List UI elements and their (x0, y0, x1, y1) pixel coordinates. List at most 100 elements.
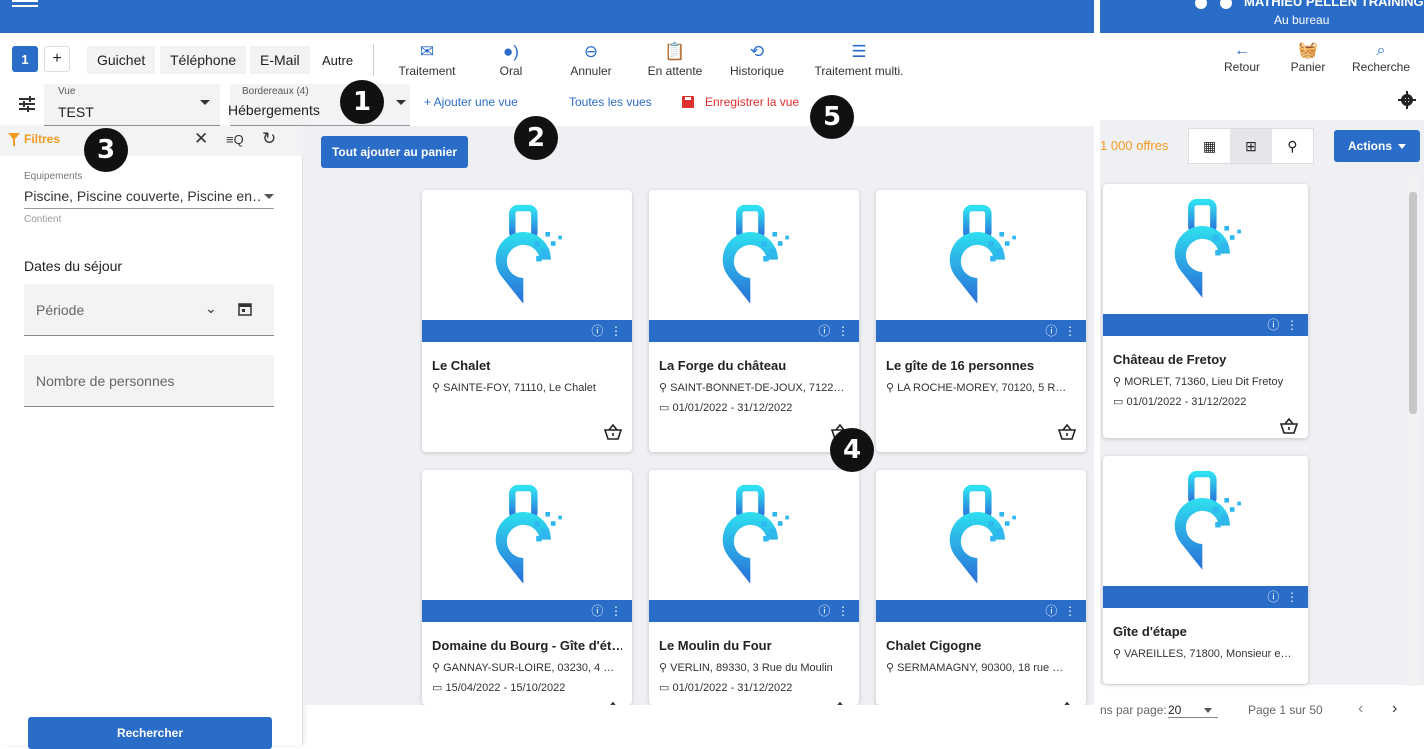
card-image[interactable] (1103, 184, 1308, 314)
offer-card[interactable]: ⓘ ⋮ Le Moulin du Four ⚲ VERLIN, 89330, 3 R… (649, 470, 859, 705)
tool-oral[interactable]: ●) Oral (495, 42, 527, 78)
offer-card[interactable]: ⓘ ⋮ Domaine du Bourg - Gîte d'ét… ⚲ GANNAY… (422, 470, 632, 705)
card-title[interactable]: La Forge du château (659, 358, 849, 373)
filters-panel: Filtres ✕ ≡Q ↻ Equipements Piscine, Pisc… (0, 126, 303, 749)
channel-autre[interactable]: Autre (312, 46, 364, 74)
basket-icon[interactable] (1058, 424, 1076, 440)
list-icon: ☰ (851, 42, 867, 61)
channel-telephone[interactable]: Téléphone (160, 46, 247, 74)
basket-icon[interactable] (604, 424, 622, 440)
more-vert-icon[interactable]: ⋮ (1286, 590, 1298, 604)
info-icon[interactable]: ⓘ (818, 604, 830, 618)
location-pin-icon: ⚲ (1113, 648, 1122, 660)
tool-historique[interactable]: ⟲ Historique (727, 42, 787, 78)
equipements-select[interactable]: Piscine, Piscine couverte, Piscine en… (24, 188, 260, 204)
add-all-to-basket-button[interactable]: Tout ajouter au panier (321, 136, 468, 168)
calendar-icon: ▭ (1113, 396, 1124, 408)
card-title[interactable]: Chalet Cigogne (886, 638, 1076, 653)
dates-title: Dates du séjour (24, 258, 123, 274)
chevron-down-icon[interactable]: ⌄ (205, 300, 217, 317)
search-button[interactable]: Rechercher (28, 717, 272, 749)
user-icon[interactable] (1218, 0, 1234, 12)
card-image[interactable] (649, 190, 859, 320)
offer-card[interactable]: ⓘ ⋮ La Forge du château ⚲ SAINT-BONNET-DE-… (649, 190, 859, 452)
search-tool-button[interactable]: ⌕ Recherche (1351, 42, 1411, 74)
more-vert-icon[interactable]: ⋮ (610, 324, 622, 338)
calendar-icon[interactable] (238, 302, 252, 316)
more-vert-icon[interactable]: ⋮ (610, 604, 622, 618)
card-title[interactable]: Le Chalet (432, 358, 622, 373)
back-button[interactable]: ← Retour (1222, 42, 1262, 74)
info-icon[interactable]: ⓘ (1045, 324, 1057, 338)
more-vert-icon[interactable]: ⋮ (837, 604, 849, 618)
card-title[interactable]: Le gîte de 16 personnes (886, 358, 1076, 373)
tool-traitement-multi[interactable]: ☰ Traitement multi. (812, 42, 906, 78)
card-image[interactable] (649, 470, 859, 600)
chevron-right-icon[interactable]: › (1392, 700, 1397, 718)
scrollbar[interactable] (1407, 176, 1419, 686)
card-title[interactable]: Domaine du Bourg - Gîte d'ét… (432, 638, 622, 653)
location-pin-icon: ⚲ (432, 382, 441, 394)
pagination: ns par page: 20 Page 1 sur 50 ‹ › (1100, 695, 1424, 725)
tool-en-attente[interactable]: 📋 En attente (646, 42, 704, 78)
info-icon[interactable]: ⓘ (591, 324, 603, 338)
card-image[interactable] (876, 470, 1086, 600)
tool-annuler[interactable]: ⊖ Annuler (568, 42, 614, 78)
save-view-link[interactable]: Enregistrer la vue (705, 95, 799, 109)
bordereaux-label: Bordereaux (4) (242, 86, 309, 97)
channel-guichet[interactable]: Guichet (87, 46, 156, 74)
close-icon[interactable]: ✕ (194, 129, 208, 149)
add-view-link[interactable]: + Ajouter une vue (424, 95, 518, 109)
info-icon[interactable]: ⓘ (1267, 590, 1279, 604)
offer-card[interactable]: ⓘ ⋮ Le gîte de 16 personnes ⚲ LA ROCHE-MOR… (876, 190, 1086, 452)
offer-card[interactable]: ⓘ ⋮ Gîte d'étape ⚲ VAREILLES, 71800, Monsi… (1103, 456, 1308, 684)
offer-card[interactable]: ⓘ ⋮ Chalet Cigogne ⚲ SERMAMAGNY, 90300, 18… (876, 470, 1086, 705)
card-title[interactable]: Château de Fretoy (1113, 352, 1303, 367)
user-name[interactable]: MATHIEU PELLEN TRAINING (1244, 0, 1424, 9)
vue-select[interactable]: Vue TEST (44, 84, 220, 126)
info-icon[interactable]: ⓘ (1267, 318, 1279, 332)
card-address-text: VERLIN, 89330, 3 Rue du Moulin (670, 662, 833, 674)
tune-icon[interactable] (18, 95, 36, 113)
add-tab-button[interactable]: + (44, 46, 70, 72)
more-vert-icon[interactable]: ⋮ (1064, 324, 1076, 338)
chevron-down-icon[interactable] (1204, 708, 1212, 713)
card-image[interactable] (422, 190, 632, 320)
card-image[interactable] (422, 470, 632, 600)
info-icon[interactable]: ⓘ (818, 324, 830, 338)
actions-button[interactable]: Actions (1334, 130, 1420, 162)
offer-card[interactable]: ⓘ ⋮ Le Chalet ⚲ SAINTE-FOY, 71110, Le Chal… (422, 190, 632, 452)
scrollbar-thumb[interactable] (1409, 192, 1417, 414)
gear-icon[interactable] (1398, 91, 1416, 109)
map-view-icon[interactable]: ⚲ (1272, 129, 1313, 163)
more-vert-icon[interactable]: ⋮ (837, 324, 849, 338)
menu-icon[interactable] (12, 0, 38, 10)
channel-email[interactable]: E-Mail (250, 46, 310, 74)
basket-icon[interactable] (1280, 418, 1298, 434)
persons-field[interactable]: Nombre de personnes (24, 355, 274, 407)
grid-view-icon[interactable]: ⊞ (1230, 129, 1272, 163)
card-title[interactable]: Le Moulin du Four (659, 638, 849, 653)
card-image[interactable] (876, 190, 1086, 320)
card-image[interactable] (1103, 456, 1308, 586)
period-field[interactable]: Période ⌄ (24, 284, 274, 336)
all-views-link[interactable]: Toutes les vues (569, 95, 652, 109)
palette-icon[interactable] (1192, 0, 1210, 12)
offer-card[interactable]: ⓘ ⋮ Château de Fretoy ⚲ MORLET, 71360, Lie… (1103, 184, 1308, 438)
chevron-left-icon[interactable]: ‹ (1358, 700, 1363, 718)
basket-button[interactable]: 🧺 Panier (1288, 42, 1328, 74)
bottom-blank (322, 705, 1094, 745)
table-view-icon[interactable]: ▦ (1189, 129, 1230, 163)
basket-icon: 🧺 (1298, 42, 1318, 59)
filter-search-icon[interactable]: ≡Q (226, 132, 244, 147)
tool-traitement[interactable]: ✉ Traitement (398, 42, 456, 78)
refresh-icon[interactable]: ↻ (262, 129, 276, 149)
chevron-down-icon[interactable] (264, 194, 274, 199)
card-title[interactable]: Gîte d'étape (1113, 624, 1303, 639)
more-vert-icon[interactable]: ⋮ (1064, 604, 1076, 618)
tab-number[interactable]: 1 (12, 46, 38, 72)
info-icon[interactable]: ⓘ (591, 604, 603, 618)
info-icon[interactable]: ⓘ (1045, 604, 1057, 618)
more-vert-icon[interactable]: ⋮ (1286, 318, 1298, 332)
calendar-icon: ▭ (432, 682, 443, 694)
